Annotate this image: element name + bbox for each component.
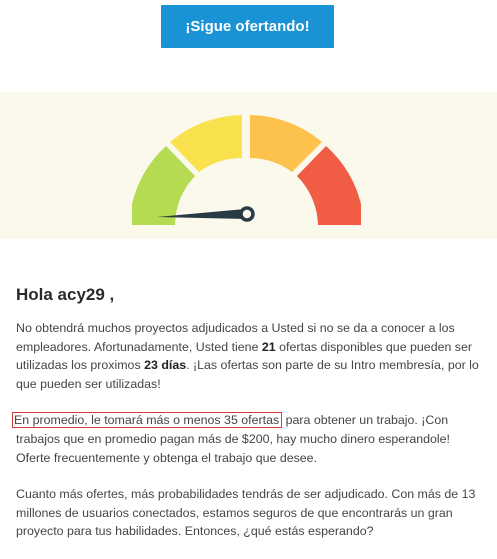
highlighted-average-bids: En promedio, le tomará más o menos 35 of… bbox=[12, 412, 283, 429]
gauge-needle-hub bbox=[239, 206, 255, 222]
average-bids-paragraph: En promedio, le tomará más o menos 35 of… bbox=[12, 411, 486, 467]
encouragement-paragraph: Cuanto más ofertes, más probabilidades t… bbox=[16, 487, 476, 539]
cta-section: ¡Sigue ofertando! bbox=[0, 0, 497, 60]
bids-count: 21 bbox=[261, 339, 276, 354]
greeting-heading: Hola acy29 , bbox=[16, 285, 115, 304]
days-remaining: 23 días bbox=[144, 358, 187, 373]
gauge-graphic bbox=[132, 115, 361, 225]
keep-bidding-button[interactable]: ¡Sigue ofertando! bbox=[161, 5, 334, 48]
bids-available-paragraph: No obtendrá muchos proyectos adjudicados… bbox=[16, 319, 486, 393]
gauge-segment-red bbox=[297, 146, 361, 225]
gauge-banner bbox=[0, 92, 497, 239]
